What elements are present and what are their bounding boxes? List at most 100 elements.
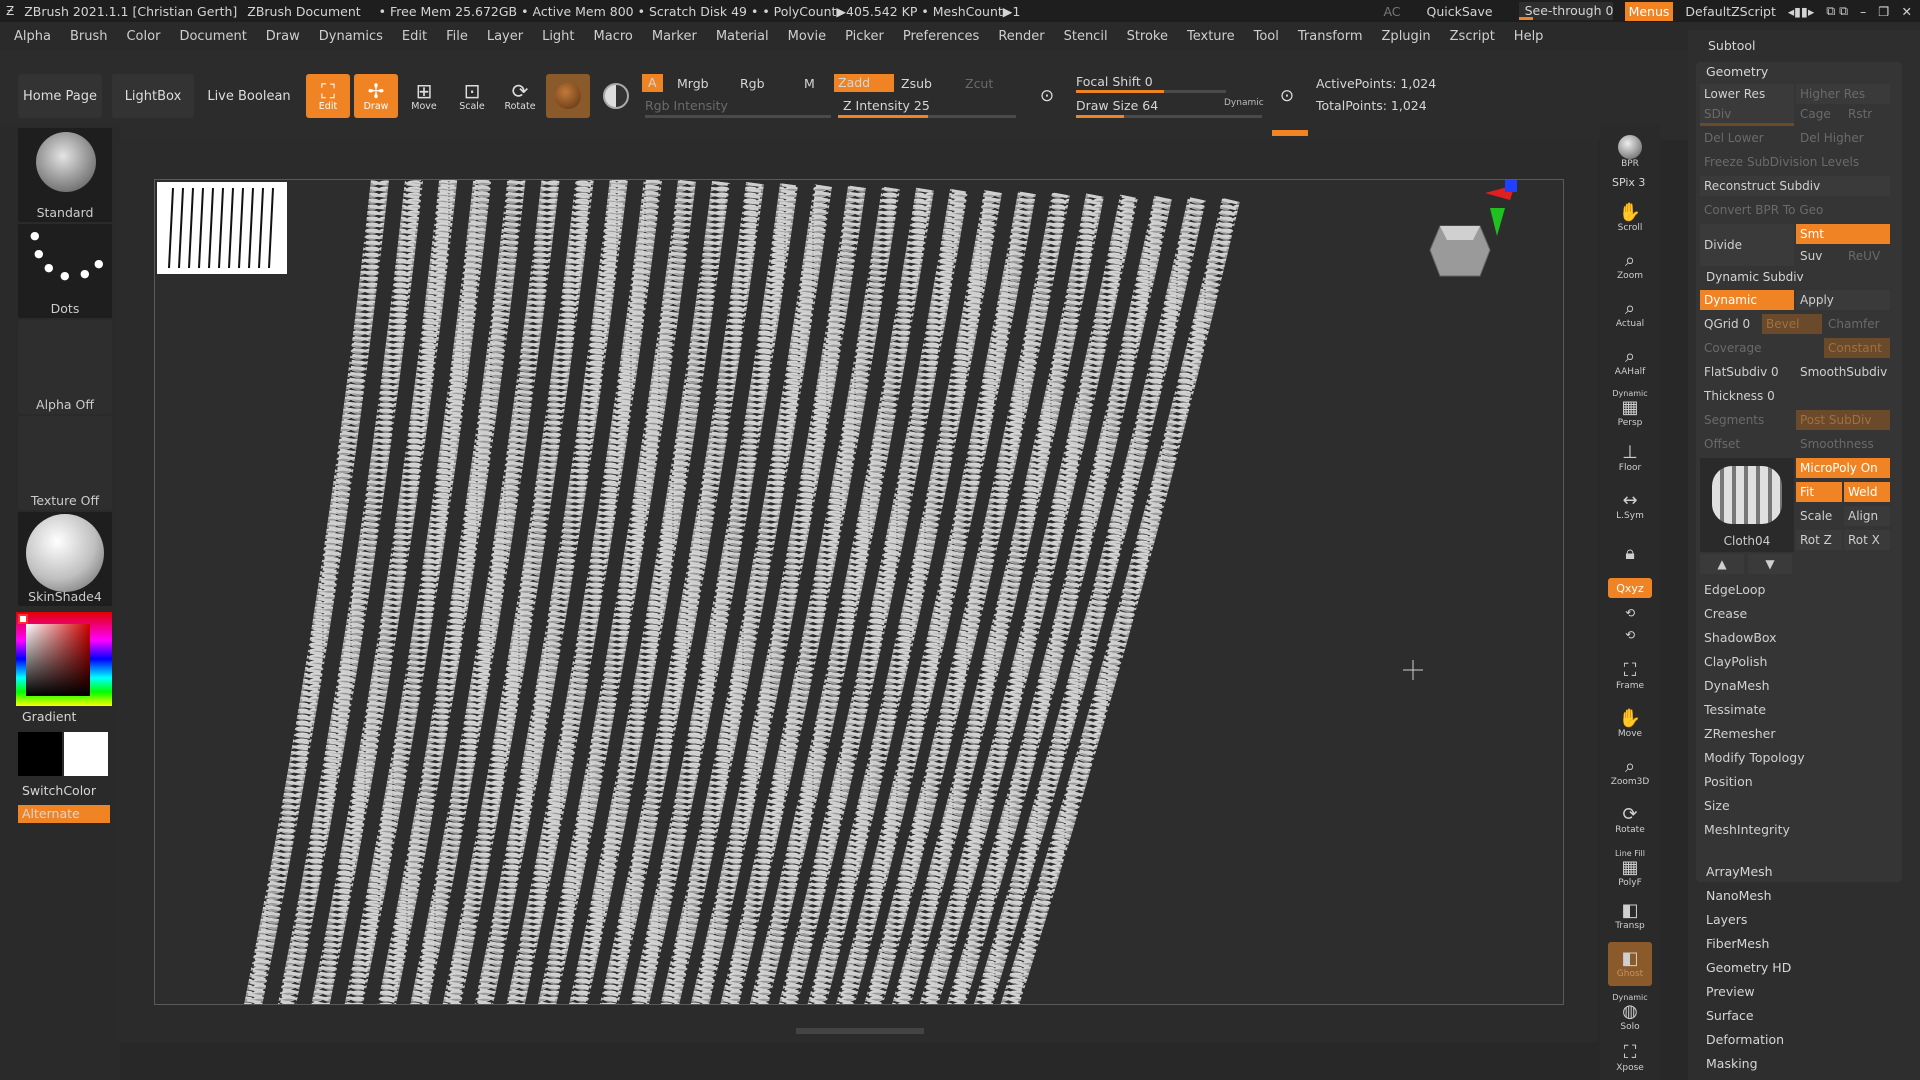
material-thumbnail[interactable]: SkinShade4 (18, 512, 112, 606)
minimize-icon[interactable]: – (1860, 4, 1866, 19)
rgb-intensity-slider[interactable]: Rgb Intensity (645, 98, 728, 113)
rotate-button[interactable]: ⟳ Rotate (498, 74, 542, 118)
zoom-button[interactable]: ⌕ Zoom (1608, 244, 1652, 288)
shadowbox-section[interactable]: ShadowBox (1700, 628, 1898, 648)
bevel-toggle[interactable]: Bevel (1762, 314, 1822, 334)
sdiv-track[interactable] (1700, 123, 1794, 126)
rgb-intensity-track[interactable] (645, 115, 831, 118)
menu-draw[interactable]: Draw (266, 29, 300, 44)
del-higher-button[interactable]: Del Higher (1796, 128, 1890, 148)
rotate-z-icon-button[interactable]: ⟲ (1608, 624, 1652, 646)
micropoly-toggle[interactable]: MicroPoly On (1796, 458, 1890, 478)
texture-thumbnail[interactable]: Texture Off (18, 416, 112, 510)
flatsubdiv-slider[interactable]: FlatSubdiv 0 (1700, 362, 1794, 382)
color-mode-button[interactable] (594, 74, 638, 118)
freeze-subdiv-button[interactable]: Freeze SubDivision Levels (1700, 152, 1890, 172)
zadd-button[interactable]: Zadd (834, 74, 894, 92)
zcut-button[interactable]: Zcut (965, 76, 993, 91)
size-section[interactable]: Size (1700, 796, 1898, 816)
edgeloop-section[interactable]: EdgeLoop (1700, 580, 1898, 600)
move-button[interactable]: ⊞ Move (402, 74, 446, 118)
cage-button[interactable]: Cage (1796, 104, 1842, 124)
rgb-button[interactable]: Rgb (740, 76, 765, 91)
z-intensity-slider[interactable]: Z Intensity 25 (843, 98, 930, 113)
menu-render[interactable]: Render (998, 29, 1044, 44)
menu-document[interactable]: Document (179, 29, 246, 44)
dynamesh-section[interactable]: DynaMesh (1700, 676, 1898, 696)
stroke-thumbnail[interactable]: ● ● ● ● ● ● Dots (18, 224, 112, 318)
menu-stroke[interactable]: Stroke (1127, 29, 1168, 44)
spix-slider[interactable]: SPix 3 (1612, 176, 1645, 189)
menu-color[interactable]: Color (126, 29, 160, 44)
ac-label[interactable]: AC (1383, 4, 1400, 19)
higher-res-button[interactable]: Higher Res (1796, 84, 1890, 104)
del-lower-button[interactable]: Del Lower (1700, 128, 1794, 148)
align-toggle[interactable]: Align (1844, 506, 1890, 526)
window-layout-icon[interactable]: ⧉ ⧉ (1826, 3, 1848, 19)
rotate-y-icon-button[interactable]: ⟲ (1608, 602, 1652, 624)
m-button[interactable]: M (804, 76, 815, 91)
menu-alpha[interactable]: Alpha (14, 29, 51, 44)
rotz-button[interactable]: Rot Z (1796, 530, 1842, 550)
lower-res-button[interactable]: Lower Res (1700, 84, 1794, 104)
xyz-button[interactable]: Qxyz (1608, 578, 1652, 598)
viewport-canvas[interactable] (118, 140, 1598, 1042)
material-preview-button[interactable] (546, 74, 590, 118)
convert-bpr-button[interactable]: Convert BPR To Geo (1700, 200, 1890, 220)
main-color-swatch[interactable] (18, 732, 62, 776)
zsub-button[interactable]: Zsub (901, 76, 932, 91)
segments-slider[interactable]: Segments (1700, 410, 1794, 430)
constant-toggle[interactable]: Constant (1824, 338, 1890, 358)
dynamic-d-icon-button[interactable]: ⊙ (1270, 74, 1304, 118)
menu-tool[interactable]: Tool (1254, 29, 1279, 44)
sdiv-slider[interactable]: SDiv (1700, 104, 1794, 124)
scale-slider[interactable]: Scale (1796, 506, 1842, 526)
fit-toggle[interactable]: Fit (1796, 482, 1842, 502)
quicksave-button[interactable]: QuickSave (1427, 4, 1493, 19)
subtool-deformation[interactable]: Deformation (1706, 1032, 1784, 1047)
default-zscript-button[interactable]: DefaultZScript (1685, 4, 1776, 19)
brush-thumbnail[interactable]: Standard (18, 128, 112, 222)
focal-shift-slider[interactable]: Focal Shift 0 (1076, 74, 1153, 89)
secondary-color-swatch[interactable] (64, 732, 108, 776)
close-icon[interactable]: ✕ (1902, 4, 1912, 19)
live-boolean-button[interactable]: Live Boolean (204, 74, 294, 118)
alpha-thumbnail[interactable]: Alpha Off (18, 320, 112, 414)
chamfer-toggle[interactable]: Chamfer (1824, 314, 1890, 334)
menu-picker[interactable]: Picker (845, 29, 884, 44)
smoothsubdiv-slider[interactable]: SmoothSubdiv (1796, 362, 1890, 382)
qgrid-slider[interactable]: QGrid 0 (1700, 314, 1760, 334)
persp-button[interactable]: Dynamic ▦ Persp (1608, 386, 1652, 430)
thickness-slider[interactable]: Thickness 0 (1700, 386, 1890, 406)
layout-arrows-icon[interactable]: ◂▮▮▸ (1788, 4, 1814, 19)
ghost-button[interactable]: ◧ Ghost (1608, 942, 1652, 986)
canvas-scroll-handle[interactable] (796, 1028, 924, 1034)
subtool-fibermesh[interactable]: FiberMesh (1706, 936, 1769, 951)
subtool-surface[interactable]: Surface (1706, 1008, 1754, 1023)
menu-zplugin[interactable]: Zplugin (1382, 29, 1431, 44)
switchcolor-button[interactable]: SwitchColor (22, 783, 96, 798)
subtool-geometry-hd[interactable]: Geometry HD (1706, 960, 1791, 975)
crease-section[interactable]: Crease (1700, 604, 1898, 624)
zremesher-section[interactable]: ZRemesher (1700, 724, 1898, 744)
alternate-button[interactable]: Alternate (18, 805, 110, 823)
post-subdiv-toggle[interactable]: Post SubDiv (1796, 410, 1890, 430)
menu-texture[interactable]: Texture (1187, 29, 1235, 44)
menu-marker[interactable]: Marker (652, 29, 697, 44)
apply-button[interactable]: Apply (1796, 290, 1890, 310)
scale-button[interactable]: ⊡ Scale (450, 74, 494, 118)
color-square[interactable] (26, 624, 90, 696)
transp-button[interactable]: ◧ Transp (1608, 894, 1652, 938)
menu-file[interactable]: File (446, 29, 468, 44)
rotate3d-button[interactable]: ⟳ Rotate (1608, 798, 1652, 842)
menu-edit[interactable]: Edit (402, 29, 427, 44)
menu-preferences[interactable]: Preferences (903, 29, 979, 44)
menu-dynamics[interactable]: Dynamics (319, 29, 383, 44)
claypolish-section[interactable]: ClayPolish (1700, 652, 1898, 672)
draw-button[interactable]: ✢ Draw (354, 74, 398, 118)
smoothness-slider[interactable]: Smoothness (1796, 434, 1890, 454)
aahalf-button[interactable]: ⌕ AAHalf (1608, 340, 1652, 384)
dynamic-label[interactable]: Dynamic (1224, 98, 1264, 108)
focal-shift-track[interactable] (1076, 90, 1226, 93)
menu-movie[interactable]: Movie (788, 29, 826, 44)
